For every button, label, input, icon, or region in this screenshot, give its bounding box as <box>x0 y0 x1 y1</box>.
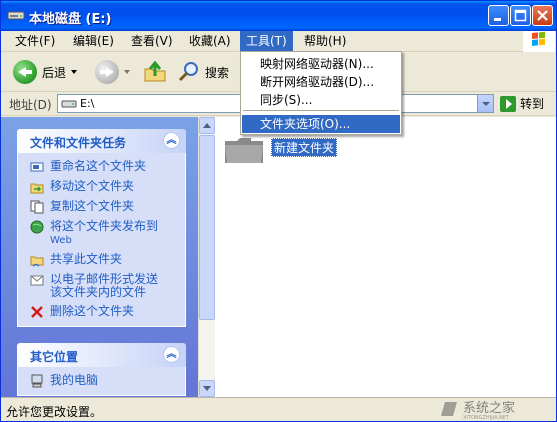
menu-tools[interactable]: 工具(T) <box>240 31 293 51</box>
task-label[interactable]: 以电子邮件形式发送 <box>50 272 158 286</box>
back-button[interactable]: 后退 <box>13 58 78 86</box>
places-panel-body: 我的电脑 <box>17 367 186 396</box>
scroll-down-button[interactable] <box>199 380 215 397</box>
task-label-line2[interactable]: 该文件夹内的文件 <box>50 285 146 299</box>
drive-small-icon <box>61 100 77 108</box>
minimize-icon <box>494 18 501 21</box>
drive-icon <box>7 11 25 20</box>
task-pane: 文件和文件夹任务 ︽ 重命名这个文件夹 移动这个文件夹 复制这个文件夹 将这个文… <box>1 117 198 397</box>
close-button[interactable] <box>532 5 553 26</box>
place-my-computer[interactable]: 我的电脑 <box>18 371 185 391</box>
copy-icon <box>30 200 44 214</box>
menu-view[interactable]: 查看(V) <box>125 31 179 51</box>
svg-text:系统之家: 系统之家 <box>463 400 515 416</box>
collapse-up-icon[interactable]: ︽ <box>163 346 180 363</box>
globe-icon <box>30 220 44 234</box>
menu-item-disconnect-network-drive[interactable]: 断开网络驱动器(D)... <box>242 73 400 91</box>
folder-icon[interactable] <box>223 135 265 165</box>
address-label: 地址(D) <box>9 98 52 112</box>
scroll-up-button[interactable] <box>199 117 215 134</box>
go-button[interactable]: 转到 <box>500 95 544 112</box>
title-bar[interactable]: 本地磁盘 (E:) <box>1 1 556 31</box>
places-panel-title: 其它位置 <box>30 350 79 364</box>
close-icon <box>537 10 548 21</box>
go-label: 转到 <box>520 97 545 111</box>
go-arrow-icon <box>500 95 516 112</box>
task-email-files[interactable]: 以电子邮件形式发送 该文件夹内的文件 <box>18 270 185 302</box>
minimize-button[interactable] <box>488 5 509 26</box>
file-list-pane[interactable]: 新建文件夹 <box>215 117 556 397</box>
back-arrow-icon <box>13 60 37 84</box>
task-label-line2[interactable]: Web <box>50 235 72 246</box>
tools-dropdown-menu: 映射网络驱动器(N)... 断开网络驱动器(D)... 同步(S)... 文件夹… <box>240 51 402 135</box>
menu-separator <box>243 110 399 111</box>
share-folder-icon <box>30 256 44 267</box>
address-value[interactable]: E:\ <box>80 97 94 110</box>
menu-item-folder-options[interactable]: 文件夹选项(O)... <box>242 115 400 133</box>
svg-text:XITONGZHIJIA.NET: XITONGZHIJIA.NET <box>463 415 510 420</box>
task-label[interactable]: 将这个文件夹发布到 <box>50 219 158 233</box>
search-button[interactable]: 搜索 <box>177 58 229 86</box>
up-folder-icon <box>144 60 166 82</box>
task-publish-web[interactable]: 将这个文件夹发布到 Web <box>18 217 185 250</box>
menu-bar: 文件(F) 编辑(E) 查看(V) 收藏(A) 工具(T) 帮助(H) <box>1 31 556 52</box>
task-share-folder[interactable]: 共享此文件夹 <box>18 250 185 270</box>
window-title: 本地磁盘 (E:) <box>29 12 112 27</box>
menu-item-synchronize[interactable]: 同步(S)... <box>242 91 400 109</box>
menu-favorites[interactable]: 收藏(A) <box>183 31 237 51</box>
back-dropdown-icon[interactable] <box>71 70 78 74</box>
forward-arrow-icon <box>95 60 119 84</box>
explorer-window: 本地磁盘 (E:) 文件(F) 编辑(E) 查看(V) 收藏(A) 工具(T) … <box>0 0 557 422</box>
task-delete-folder[interactable]: 删除这个文件夹 <box>18 302 185 322</box>
folder-name[interactable]: 新建文件夹 <box>271 138 338 157</box>
tasks-panel-header[interactable]: 文件和文件夹任务 ︽ <box>17 129 186 153</box>
place-label[interactable]: 我的电脑 <box>50 373 98 387</box>
collapse-up-icon[interactable]: ︽ <box>163 132 180 149</box>
menu-help[interactable]: 帮助(H) <box>298 31 352 51</box>
search-icon <box>178 62 198 82</box>
move-icon <box>30 183 44 194</box>
menu-file[interactable]: 文件(F) <box>9 31 61 51</box>
menu-edit[interactable]: 编辑(E) <box>67 31 120 51</box>
task-rename-folder[interactable]: 重命名这个文件夹 <box>18 157 185 177</box>
forward-button[interactable] <box>95 58 130 86</box>
my-computer-icon <box>31 374 43 388</box>
task-label[interactable]: 复制这个文件夹 <box>50 199 134 213</box>
menu-item-map-network-drive[interactable]: 映射网络驱动器(N)... <box>242 55 400 73</box>
places-panel-header[interactable]: 其它位置 ︽ <box>17 343 186 367</box>
status-text: 允许您更改设置。 <box>6 405 103 419</box>
other-places-panel: 其它位置 ︽ 我的电脑 <box>17 343 186 396</box>
address-dropdown-button[interactable] <box>477 95 493 112</box>
status-bar: 允许您更改设置。 系统之家 XITONGZHIJIA.NET <box>1 397 556 421</box>
scroll-thumb[interactable] <box>199 135 215 320</box>
task-move-folder[interactable]: 移动这个文件夹 <box>18 177 185 197</box>
delete-icon <box>31 306 43 318</box>
rename-icon <box>30 162 44 172</box>
file-folder-tasks-panel: 文件和文件夹任务 ︽ 重命名这个文件夹 移动这个文件夹 复制这个文件夹 将这个文… <box>17 129 186 327</box>
email-icon <box>30 275 44 286</box>
task-label[interactable]: 重命名这个文件夹 <box>50 159 146 173</box>
watermark-logo-icon: 系统之家 XITONGZHIJIA.NET <box>441 400 515 421</box>
up-folder-button[interactable] <box>143 58 167 86</box>
forward-dropdown-icon[interactable] <box>124 70 130 74</box>
task-pane-scrollbar[interactable] <box>198 117 215 397</box>
task-copy-folder[interactable]: 复制这个文件夹 <box>18 197 185 217</box>
search-label: 搜索 <box>205 65 230 80</box>
maximize-button[interactable] <box>510 5 531 26</box>
windows-logo-icon <box>523 31 555 52</box>
task-label[interactable]: 共享此文件夹 <box>50 252 122 266</box>
back-label: 后退 <box>42 65 67 80</box>
task-label[interactable]: 删除这个文件夹 <box>50 304 134 318</box>
tasks-panel-title: 文件和文件夹任务 <box>30 136 127 150</box>
maximize-icon <box>514 9 527 22</box>
task-label[interactable]: 移动这个文件夹 <box>50 179 134 193</box>
watermark-logo: 系统之家 XITONGZHIJIA.NET <box>441 398 553 421</box>
tasks-panel-body: 重命名这个文件夹 移动这个文件夹 复制这个文件夹 将这个文件夹发布到 Web 共… <box>17 153 186 327</box>
